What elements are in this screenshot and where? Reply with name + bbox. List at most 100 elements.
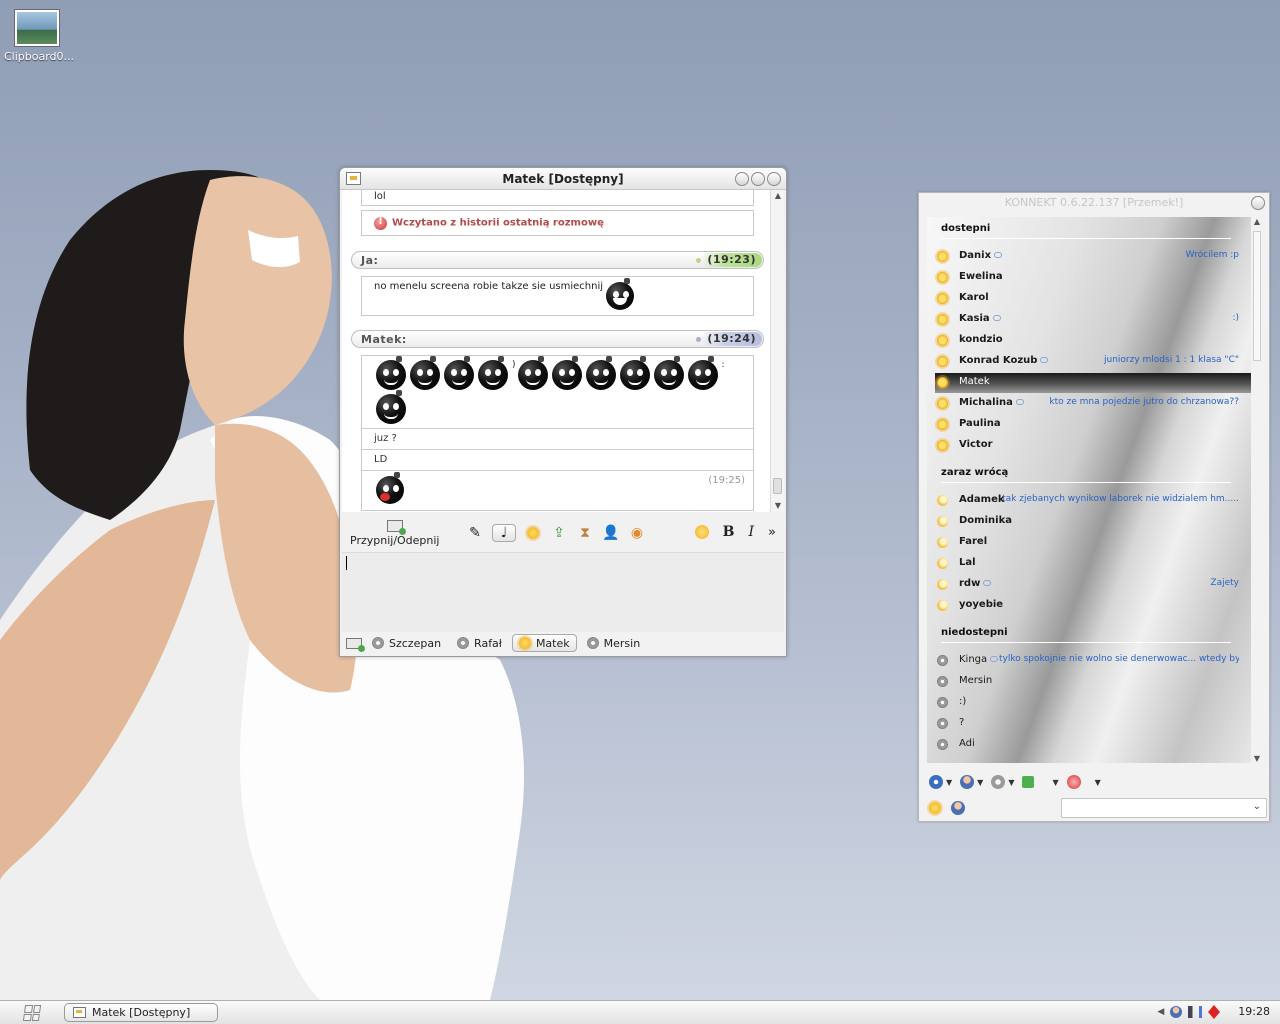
bomb-emoticon	[376, 390, 406, 424]
user-icon[interactable]	[960, 775, 975, 789]
rss-icon[interactable]: ◉	[628, 524, 646, 542]
hourglass-icon[interactable]: ⧗	[576, 524, 594, 542]
tab-matek[interactable]: Matek	[511, 634, 577, 652]
my-status-sun-icon[interactable]	[929, 802, 941, 814]
new-tab-icon[interactable]	[346, 637, 365, 652]
settings-gear-icon[interactable]	[991, 775, 1006, 789]
contact-list-window: KONNEKT 0.6.22.137 [Przemek!] dostepni Da…	[918, 192, 1270, 822]
group-header[interactable]: niedostepni	[941, 627, 1008, 638]
contact-status-text: tak zjebanych wynikow laborek nie widzia…	[1002, 494, 1239, 504]
dropdown-arrow-icon[interactable]: ▼	[946, 778, 952, 787]
contact-row[interactable]: Matek	[935, 373, 1253, 393]
taskbar-button-chat[interactable]: Matek [Dostępny]	[64, 1003, 218, 1022]
scroll-down-arrow-icon[interactable]: ▼	[1251, 754, 1263, 763]
message-text: no menelu screena robie takze sie usmiec…	[374, 281, 604, 292]
tray-users-icon[interactable]	[1170, 1005, 1183, 1018]
status-sun-icon[interactable]	[524, 524, 542, 542]
contact-roster[interactable]: dostepni Danix Wrócilem :p Ewelina Karol Kasi…	[927, 217, 1253, 763]
contact-row[interactable]: ?	[935, 714, 1253, 734]
roster-scrollbar[interactable]: ▲ ▼	[1251, 217, 1263, 763]
contact-row[interactable]: Danix Wrócilem :p	[935, 247, 1253, 267]
contact-row[interactable]: Mersin	[935, 672, 1253, 692]
contact-row[interactable]: kondzio	[935, 331, 1253, 351]
contact-row[interactable]: Kasia:)	[935, 310, 1253, 330]
tray-volume-icon[interactable]	[1188, 1005, 1203, 1018]
contact-status-text: :)	[1232, 313, 1239, 323]
emoticon-picker-icon[interactable]	[694, 525, 709, 539]
chat-window: Matek [Dostępny] lol Wczytano z historii…	[339, 167, 787, 657]
history-icon[interactable]: ♩	[492, 524, 516, 542]
history-scrollbar[interactable]: ▲ ▼	[770, 190, 784, 512]
plugin-add-icon[interactable]	[1022, 776, 1035, 788]
dropdown-arrow-icon[interactable]: ▼	[1008, 778, 1014, 787]
contact-row[interactable]: Konrad Kozub juniorzy mlodsi 1 : 1 klasa …	[935, 352, 1253, 372]
tray-expand-arrow-icon[interactable]: ◀	[1157, 1007, 1164, 1017]
contact-list-titlebar[interactable]: KONNEKT 0.6.22.137 [Przemek!]	[919, 193, 1269, 213]
close-button[interactable]	[1251, 196, 1265, 210]
minimize-button[interactable]	[735, 172, 749, 186]
contact-row[interactable]: Adi	[935, 735, 1253, 755]
status-description-select[interactable]: ⌄	[1061, 798, 1267, 818]
message-box: ): juz ? LD (19:25)	[361, 355, 754, 511]
tray-network-up-icon[interactable]	[1208, 1005, 1221, 1012]
message-input[interactable]	[342, 552, 784, 632]
info-icon[interactable]	[929, 775, 943, 789]
start-menu-icon[interactable]	[22, 1005, 42, 1021]
scroll-down-arrow-icon[interactable]: ▼	[771, 500, 785, 512]
contact-row[interactable]: :)	[935, 693, 1253, 713]
contact-row[interactable]: Michalina kto ze mna pojedzie jutro do ch…	[935, 394, 1253, 414]
away-status-icon	[937, 558, 948, 569]
scroll-up-arrow-icon[interactable]: ▲	[771, 190, 785, 202]
italic-button[interactable]: I	[749, 524, 755, 540]
scrollbar-thumb[interactable]	[773, 478, 782, 494]
scrollbar-thumb[interactable]	[1253, 231, 1261, 361]
contact-list-toolbar: ▼ ▼ ▼ ▼ ▼	[929, 771, 1101, 793]
my-profile-icon[interactable]	[951, 801, 965, 815]
remove-contact-icon[interactable]	[1066, 775, 1081, 789]
bold-button[interactable]: B	[723, 524, 735, 540]
tab-szczepan[interactable]: Szczepan	[366, 634, 447, 652]
contact-row[interactable]: Victor	[935, 436, 1253, 456]
available-status-icon	[937, 335, 948, 346]
chat-history[interactable]: lol Wczytano z historii ostatnią rozmowę…	[342, 190, 770, 512]
contact-name: Kinga	[959, 654, 999, 665]
dropdown-arrow-icon[interactable]: ▼	[1052, 778, 1058, 787]
status-description-icon	[983, 580, 992, 586]
group-divider	[941, 642, 1231, 643]
scroll-up-arrow-icon[interactable]: ▲	[1251, 217, 1263, 226]
chat-titlebar[interactable]: Matek [Dostępny]	[340, 168, 786, 190]
contact-row[interactable]: Karol	[935, 289, 1253, 309]
contact-name: yoyebie	[959, 599, 1004, 610]
status-description-icon	[1015, 399, 1024, 405]
tab-mersin[interactable]: Mersin	[581, 634, 647, 652]
contact-row[interactable]: rdw Zajety	[935, 575, 1253, 595]
contact-info-icon[interactable]: 👤	[602, 524, 620, 542]
contact-name: Paulina	[959, 418, 1001, 429]
pin-unpin-label: Przypnij/Odepnij	[350, 534, 440, 547]
contact-row[interactable]: Dominika	[935, 512, 1253, 532]
contact-row[interactable]: Ewelina	[935, 268, 1253, 288]
contact-row[interactable]: Paulina	[935, 415, 1253, 435]
group-header[interactable]: dostepni	[941, 223, 990, 234]
dropdown-arrow-icon[interactable]: ▼	[977, 778, 983, 787]
pin-unpin-button[interactable]: Przypnij/Odepnij	[350, 520, 440, 547]
contact-row[interactable]: Adamek tak zjebanych wynikow laborek nie …	[935, 491, 1253, 511]
maximize-button[interactable]	[751, 172, 765, 186]
message-text: juz ?	[362, 428, 753, 449]
available-status-icon	[937, 377, 948, 388]
tray-network-down-icon[interactable]	[1208, 1012, 1221, 1019]
more-button[interactable]: »	[768, 525, 776, 540]
contact-row[interactable]: yoyebie	[935, 596, 1253, 616]
contact-row[interactable]: Lal	[935, 554, 1253, 574]
close-button[interactable]	[767, 172, 781, 186]
contact-row[interactable]: Farel	[935, 533, 1253, 553]
tab-rafal[interactable]: Rafał	[451, 634, 508, 652]
send-file-icon[interactable]: ⇪	[550, 524, 568, 542]
chevron-down-icon: ⌄	[1252, 801, 1261, 812]
desktop-icon-clipboard[interactable]: Clipboard0...	[4, 10, 74, 63]
contact-row[interactable]: Kinga tylko spokojnie nie wolno sie dener…	[935, 651, 1253, 671]
dropdown-arrow-icon[interactable]: ▼	[1095, 778, 1101, 787]
chat-window-icon	[73, 1007, 86, 1018]
group-header[interactable]: zaraz wrócą	[941, 467, 1008, 478]
edit-icon[interactable]: ✎	[466, 524, 484, 542]
